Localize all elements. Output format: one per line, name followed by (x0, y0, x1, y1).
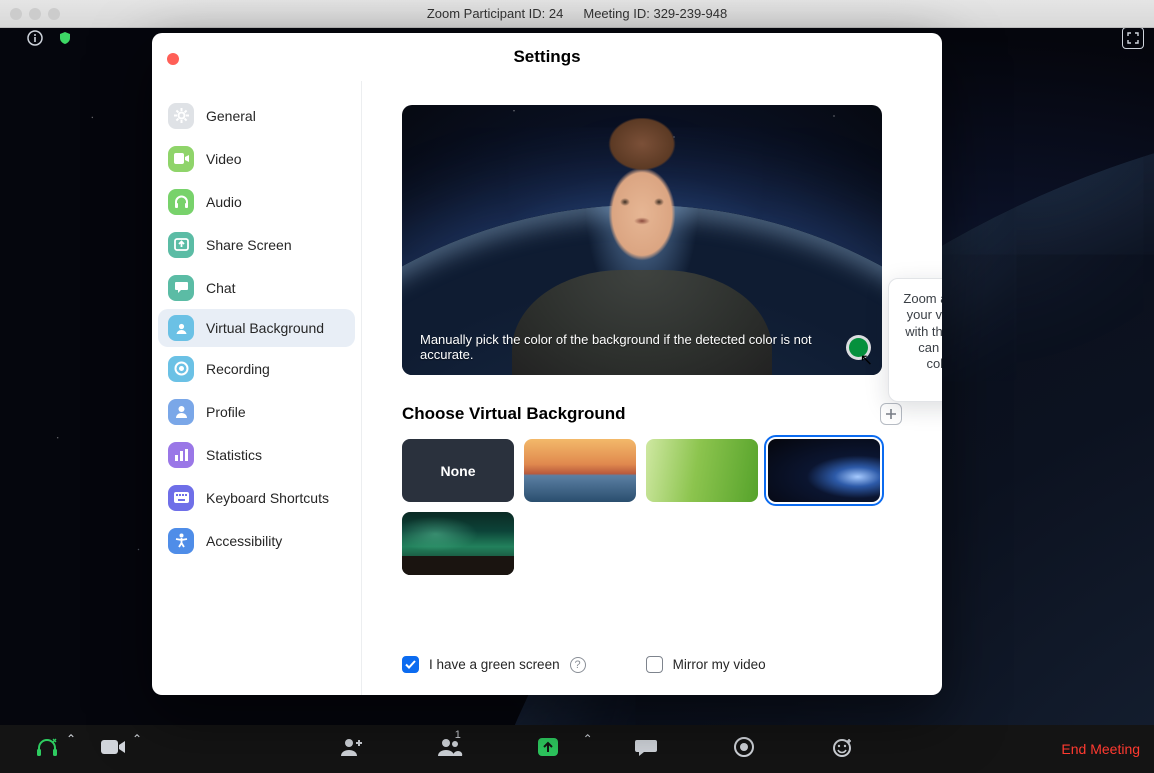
share-icon (536, 736, 560, 762)
invite-button[interactable] (303, 725, 401, 773)
green-screen-label: I have a green screen (429, 657, 560, 672)
sidebar-item-accessibility[interactable]: Accessibility (152, 519, 361, 562)
settings-sidebar: General Video Audio Share Screen Chat Vi… (152, 81, 362, 695)
bg-thumb-earth[interactable] (768, 439, 880, 502)
video-icon (168, 146, 194, 172)
invite-icon (339, 737, 365, 761)
join-audio-button[interactable]: ⌃ (14, 725, 80, 773)
sidebar-item-label: General (206, 108, 256, 124)
sidebar-item-share[interactable]: Share Screen (152, 223, 361, 266)
sidebar-item-label: Video (206, 151, 242, 167)
window-titlebar: Zoom Participant ID: 24 Meeting ID: 329-… (0, 0, 1154, 28)
keyboard-icon (168, 485, 194, 511)
sidebar-item-label: Accessibility (206, 533, 282, 549)
video-icon (100, 738, 126, 760)
sidebar-item-audio[interactable]: Audio (152, 180, 361, 223)
gear-icon (168, 103, 194, 129)
info-icon[interactable] (24, 28, 46, 49)
sidebar-item-video[interactable]: Video (152, 137, 361, 180)
bg-none-label: None (402, 439, 514, 502)
sidebar-item-virtual-background[interactable]: Virtual Background (158, 309, 355, 347)
profile-icon (168, 399, 194, 425)
share-icon (168, 232, 194, 258)
bg-thumb-grass[interactable] (646, 439, 758, 502)
sidebar-item-label: Audio (206, 194, 242, 210)
sidebar-item-label: Share Screen (206, 237, 292, 253)
meeting-id-label: Meeting ID: 329-239-948 (583, 6, 727, 21)
stop-video-button[interactable]: ⌃ (80, 725, 146, 773)
color-pick-tooltip: Zoom automatically detects the color of … (888, 278, 942, 402)
bg-thumb-aurora[interactable] (402, 512, 514, 575)
bg-thumb-bridge[interactable] (524, 439, 636, 502)
traffic-max[interactable] (48, 8, 60, 20)
sidebar-item-profile[interactable]: Profile (152, 390, 361, 433)
record-icon (168, 356, 194, 382)
sidebar-item-recording[interactable]: Recording (152, 347, 361, 390)
headphones-icon (168, 189, 194, 215)
mirror-label: Mirror my video (673, 657, 766, 672)
meeting-toolbar: ⌃ ⌃ 1 (0, 725, 1154, 773)
participant-id-label: Zoom Participant ID: 24 (427, 6, 564, 21)
cursor-icon: ↖ (860, 350, 873, 370)
stats-icon (168, 442, 194, 468)
sidebar-item-chat[interactable]: Chat (152, 266, 361, 309)
bg-thumb-none[interactable]: None (402, 439, 514, 502)
background-thumbnails: None (402, 439, 902, 575)
checkbox-icon (646, 656, 663, 673)
mirror-video-checkbox[interactable]: Mirror my video (646, 656, 766, 673)
traffic-min[interactable] (29, 8, 41, 20)
preview-caption: Manually pick the color of the backgroun… (420, 332, 827, 363)
chat-button[interactable] (597, 725, 695, 773)
add-background-button[interactable] (880, 403, 902, 425)
sidebar-item-label: Keyboard Shortcuts (206, 490, 329, 506)
share-screen-button[interactable]: ⌃ (499, 725, 597, 773)
sidebar-item-label: Chat (206, 280, 236, 296)
help-icon[interactable]: ? (570, 657, 586, 673)
headphones-icon (35, 736, 59, 762)
sidebar-item-label: Recording (206, 361, 270, 377)
video-preview: Manually pick the color of the backgroun… (402, 105, 882, 375)
participants-button[interactable]: 1 (401, 725, 499, 773)
close-settings-button[interactable] (167, 53, 179, 65)
settings-modal: Settings General Video Audio Share Scree… (152, 33, 942, 695)
sidebar-item-label: Virtual Background (206, 320, 324, 336)
reactions-button[interactable] (793, 725, 891, 773)
participant-count: 1 (455, 729, 461, 741)
end-meeting-button[interactable]: End Meeting (1061, 741, 1140, 757)
accessibility-icon (168, 528, 194, 554)
record-button[interactable] (695, 725, 793, 773)
sidebar-item-shortcuts[interactable]: Keyboard Shortcuts (152, 476, 361, 519)
settings-title: Settings (513, 47, 580, 67)
audio-menu-caret[interactable]: ⌃ (66, 732, 76, 746)
green-screen-checkbox[interactable]: I have a green screen ? (402, 656, 586, 673)
chat-icon (634, 736, 658, 762)
traffic-close[interactable] (10, 8, 22, 20)
record-icon (733, 736, 755, 762)
video-badge-icon (408, 557, 424, 569)
share-menu-caret[interactable]: ⌃ (583, 732, 593, 746)
fullscreen-icon[interactable] (1122, 28, 1144, 49)
sidebar-item-general[interactable]: General (152, 94, 361, 137)
sidebar-item-statistics[interactable]: Statistics (152, 433, 361, 476)
section-title: Choose Virtual Background (402, 404, 626, 424)
person-icon (168, 315, 194, 341)
checkbox-icon (402, 656, 419, 673)
encryption-lock-icon[interactable] (54, 28, 76, 49)
chat-icon (168, 275, 194, 301)
sidebar-item-label: Profile (206, 404, 246, 420)
reactions-icon (831, 736, 853, 762)
sidebar-item-label: Statistics (206, 447, 262, 463)
video-menu-caret[interactable]: ⌃ (132, 732, 142, 746)
